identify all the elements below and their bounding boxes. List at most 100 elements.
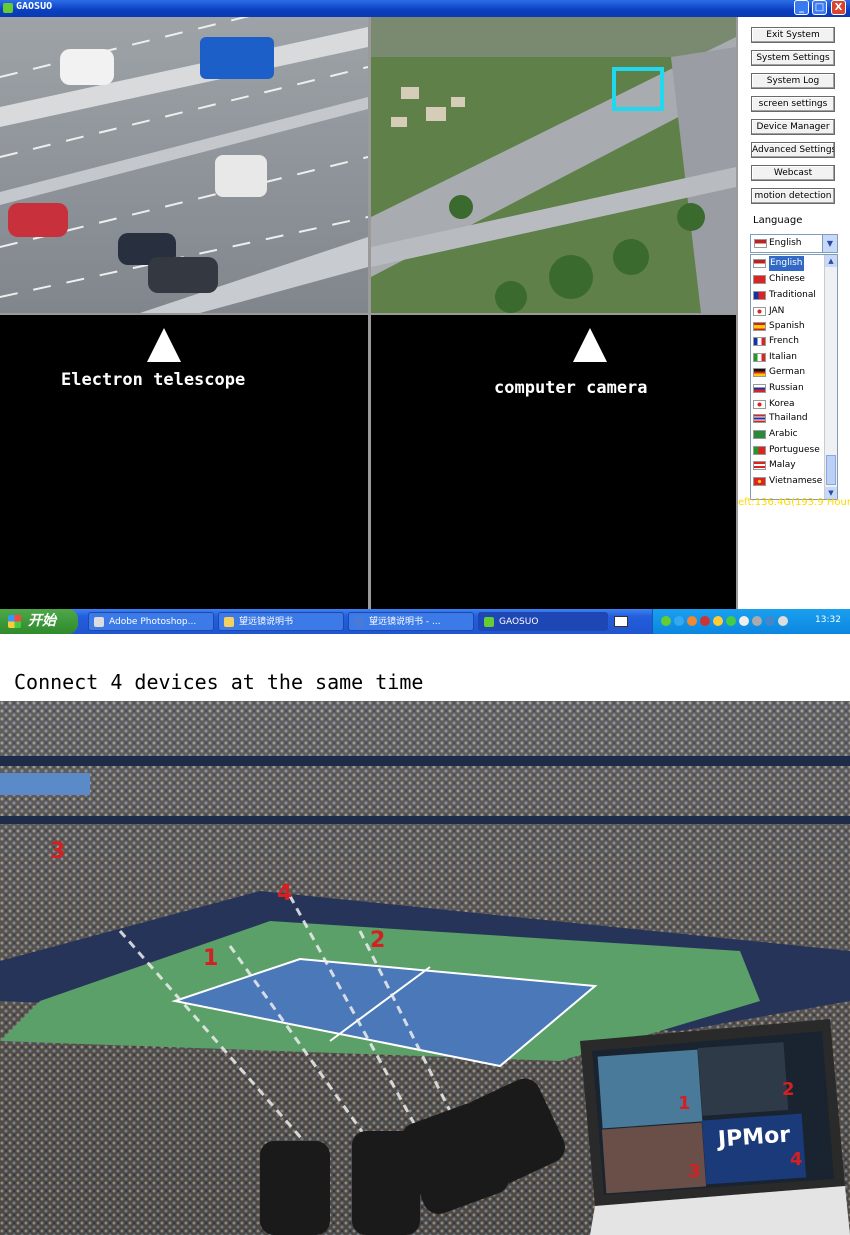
taskbar-item-folder[interactable]: 望远镜说明书: [218, 612, 344, 631]
taskbar-item-photoshop[interactable]: Adobe Photoshop...: [88, 612, 214, 631]
device-manager-button[interactable]: Device Manager: [751, 119, 835, 135]
control-panel: Exit System System Settings System Log s…: [738, 17, 850, 609]
laptop-marker-3: 3: [688, 1161, 701, 1182]
language-option-french[interactable]: French: [751, 334, 824, 349]
tray-network-icon[interactable]: [674, 616, 684, 626]
language-option-portuguese[interactable]: Portuguese: [751, 443, 824, 458]
language-option-russian[interactable]: Russian: [751, 381, 824, 396]
scroll-up-icon[interactable]: ▲: [825, 255, 837, 267]
flag-icon: [753, 446, 766, 455]
taskbar-item-document[interactable]: 望远镜说明书 - ...: [348, 612, 474, 631]
flag-icon: [753, 353, 766, 362]
tray-app-icon[interactable]: [661, 616, 671, 626]
language-label: Language: [753, 215, 803, 226]
language-option-thailand[interactable]: Thailand: [751, 411, 824, 426]
flag-icon: [753, 307, 766, 316]
arrow-up-icon: [147, 328, 181, 362]
laptop-marker-1: 1: [678, 1093, 691, 1114]
window-title: GAOSUO: [16, 1, 53, 12]
language-option-jan[interactable]: JAN: [751, 304, 824, 319]
windows-logo-icon: [8, 615, 21, 628]
gaosuo-icon: [484, 617, 494, 627]
device-marker-4: 4: [277, 881, 293, 906]
system-tray: 13:32: [652, 609, 850, 634]
start-button[interactable]: 开始: [0, 609, 78, 634]
flag-icon: [753, 259, 766, 268]
maximize-button[interactable]: □: [812, 0, 827, 15]
title-bar[interactable]: GAOSUO _ □ X: [0, 0, 850, 17]
video-pane-empty-2[interactable]: computer camera: [371, 315, 736, 609]
language-option-korea[interactable]: Korea: [751, 397, 824, 412]
flag-icon: [753, 430, 766, 439]
tray-antivirus-icon[interactable]: [700, 616, 710, 626]
aerial-feed-image: [371, 17, 736, 313]
language-option-spanish[interactable]: Spanish: [751, 319, 824, 334]
app-window: GAOSUO _ □ X Electron telescope computer…: [0, 0, 850, 634]
language-option-malay[interactable]: Malay: [751, 458, 824, 473]
language-option-chinese[interactable]: Chinese: [751, 272, 824, 287]
motion-detection-button[interactable]: motion detection: [751, 188, 835, 204]
language-list[interactable]: English Chinese Traditional JAN Spanish …: [750, 254, 838, 500]
language-option-german[interactable]: German: [751, 365, 824, 380]
system-settings-button[interactable]: System Settings: [751, 50, 835, 66]
language-option-english[interactable]: English: [751, 256, 824, 271]
highway-feed-image: [0, 17, 368, 313]
tray-printer-icon[interactable]: [752, 616, 762, 626]
taskbar: 开始 Adobe Photoshop... 望远镜说明书 望远镜说明书 - ..…: [0, 609, 850, 634]
app-icon: [3, 3, 13, 13]
tray-monitor-icon[interactable]: [765, 616, 775, 626]
stadium-photo: 3 4 1 2 1 2 3 4 JPMor: [0, 701, 850, 1235]
language-option-traditional[interactable]: Traditional: [751, 288, 824, 303]
video-pane-camera[interactable]: [371, 17, 736, 313]
laptop: [580, 1019, 850, 1235]
flag-icon: [753, 291, 766, 300]
tray-update-icon[interactable]: [713, 616, 723, 626]
video-pane-telescope[interactable]: [0, 17, 368, 313]
clock[interactable]: 13:32: [815, 615, 841, 625]
close-button[interactable]: X: [831, 0, 846, 15]
language-selected-value: English: [769, 238, 802, 248]
video-pane-empty-1[interactable]: Electron telescope: [0, 315, 368, 609]
tray-device-icon[interactable]: [778, 616, 788, 626]
headline: Connect 4 devices at the same time: [14, 670, 424, 694]
storage-status: eft:136.4G(193.9 Hours: [738, 497, 850, 508]
system-log-button[interactable]: System Log: [751, 73, 835, 89]
minimize-button[interactable]: _: [794, 0, 809, 15]
chevron-down-icon[interactable]: ▼: [822, 235, 837, 252]
device-marker-2: 2: [370, 928, 386, 953]
tray-volume-icon[interactable]: [726, 616, 736, 626]
document-icon: [354, 617, 364, 627]
us-flag-icon: [754, 239, 767, 248]
device-marker-3: 3: [50, 839, 66, 864]
advanced-settings-button[interactable]: Advanced Settings: [751, 142, 835, 158]
flag-icon: [753, 477, 766, 486]
tray-security-icon[interactable]: [687, 616, 697, 626]
language-select[interactable]: English ▼: [750, 234, 838, 253]
flag-icon: [753, 461, 766, 470]
tray-connection-icon[interactable]: [739, 616, 749, 626]
flag-icon: [753, 400, 766, 409]
flag-icon: [753, 275, 766, 284]
laptop-marker-4: 4: [790, 1149, 803, 1170]
scroll-thumb[interactable]: [826, 455, 836, 485]
webcast-button[interactable]: Webcast: [751, 165, 835, 181]
laptop-marker-2: 2: [782, 1079, 795, 1100]
telescope-caption: Electron telescope: [61, 370, 246, 390]
device-marker-1: 1: [203, 946, 219, 971]
language-list-scrollbar[interactable]: ▲ ▼: [824, 255, 837, 499]
keyboard-icon[interactable]: [614, 616, 628, 627]
language-option-arabic[interactable]: Arabic: [751, 427, 824, 442]
arrow-up-icon: [573, 328, 607, 362]
flag-icon: [753, 414, 766, 423]
language-option-vietnamese[interactable]: Vietnamese: [751, 474, 824, 489]
flag-icon: [753, 322, 766, 331]
exit-system-button[interactable]: Exit System: [751, 27, 835, 43]
screen-settings-button[interactable]: screen settings: [751, 96, 835, 112]
flag-icon: [753, 368, 766, 377]
taskbar-item-gaosuo[interactable]: GAOSUO: [478, 612, 608, 631]
camera-caption: computer camera: [494, 378, 648, 398]
stadium-illustration: [0, 701, 850, 1235]
folder-icon: [224, 617, 234, 627]
language-option-italian[interactable]: Italian: [751, 350, 824, 365]
start-label: 开始: [28, 613, 56, 629]
